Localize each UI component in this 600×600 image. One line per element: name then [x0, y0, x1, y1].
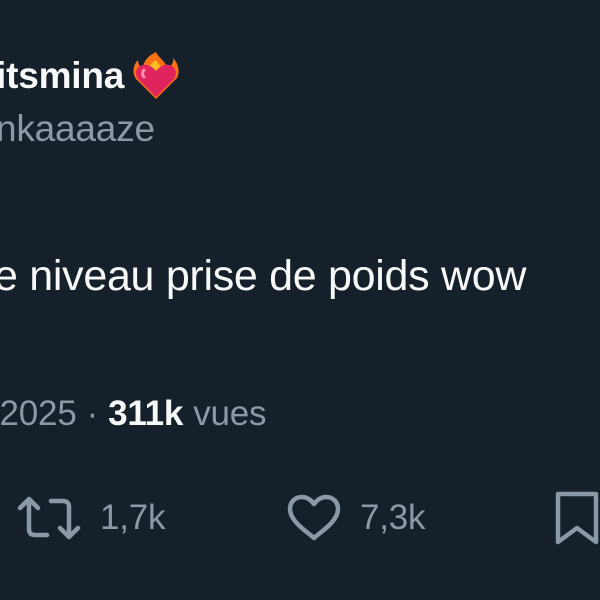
tweet-text: e niveau prise de poids wow: [0, 252, 527, 300]
retweet-icon: [16, 495, 82, 541]
like-count: 7,3k: [360, 498, 426, 537]
like-button[interactable]: 7,3k: [286, 488, 426, 548]
author-display-name[interactable]: itsmina: [0, 55, 124, 97]
author-name-row[interactable]: itsmina: [0, 48, 182, 104]
tweet-date[interactable]: /2025: [0, 394, 77, 434]
heart-on-fire-icon: [130, 50, 182, 102]
view-label: vues: [193, 394, 267, 433]
bookmark-icon: [554, 490, 600, 546]
action-bar: 1,7k 7,3k: [0, 488, 600, 548]
tweet-detail-screen: itsmina nkaaaaze e niveau prise de poids…: [0, 0, 600, 600]
retweet-button[interactable]: 1,7k: [16, 488, 166, 548]
heart-outline-icon: [286, 494, 342, 542]
author-handle[interactable]: nkaaaaze: [0, 108, 155, 150]
bookmark-button[interactable]: [554, 488, 600, 548]
meta-separator: ·: [86, 394, 99, 433]
view-count: 311k: [108, 394, 184, 433]
retweet-count: 1,7k: [100, 498, 166, 537]
tweet-meta: /2025 · 311k vues: [0, 394, 267, 434]
